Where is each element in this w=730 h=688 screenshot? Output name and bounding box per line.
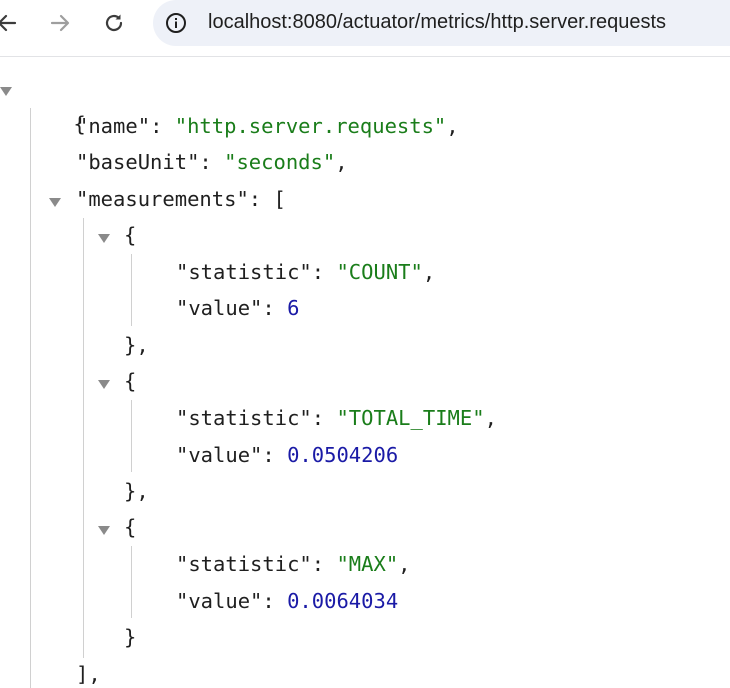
back-button[interactable] [0, 6, 24, 40]
back-arrow-icon [0, 14, 17, 32]
browser-toolbar: localhost:8080/actuator/metrics/http.ser… [0, 0, 730, 57]
numeric-value: 0.0504206 [287, 443, 399, 467]
item-open-brace: { [124, 223, 137, 247]
statistic-entry: "statistic": "MAX", [176, 552, 411, 576]
reload-button[interactable] [97, 6, 131, 40]
value-entry: "value": 6 [176, 296, 300, 320]
url-text[interactable]: localhost:8080/actuator/metrics/http.ser… [208, 11, 666, 34]
statistic-value: "COUNT" [336, 260, 423, 284]
forward-arrow-icon [50, 14, 70, 32]
name-key: "name" [76, 114, 151, 138]
item-open-brace: { [124, 515, 137, 539]
reload-icon [105, 14, 123, 32]
site-info-icon [166, 13, 186, 33]
indent-guide [30, 108, 31, 688]
json-viewer: { "name": "http.server.requests", "baseU… [0, 56, 730, 688]
address-bar[interactable]: localhost:8080/actuator/metrics/http.ser… [153, 0, 730, 46]
indent-guide [131, 400, 132, 472]
collapse-triangle-icon[interactable] [98, 526, 110, 535]
statistic-entry: "statistic": "COUNT", [176, 260, 436, 284]
indent-guide [131, 546, 132, 618]
name-entry: "name": "http.server.requests", [76, 114, 459, 138]
collapse-triangle-icon[interactable] [98, 380, 110, 389]
measurements-open-bracket: [ [273, 187, 286, 211]
baseunit-key: "baseUnit" [76, 150, 200, 174]
name-value: "http.server.requests" [174, 114, 447, 138]
item-open-brace: { [124, 369, 137, 393]
item-close-brace: } [124, 625, 137, 649]
baseunit-value: "seconds" [224, 150, 336, 174]
statistic-value: "TOTAL_TIME" [336, 406, 485, 430]
root-open-brace: { [73, 112, 86, 136]
collapse-triangle-icon[interactable] [49, 198, 61, 207]
item-close-brace: }, [124, 479, 149, 503]
forward-button[interactable] [43, 6, 77, 40]
collapse-triangle-icon[interactable] [98, 234, 110, 243]
item-close-brace: }, [124, 333, 149, 357]
statistic-entry: "statistic": "TOTAL_TIME", [176, 406, 497, 430]
indent-guide [83, 218, 84, 658]
baseunit-entry: "baseUnit": "seconds", [76, 150, 348, 174]
measurements-close-bracket: ], [76, 662, 101, 686]
value-entry: "value": 0.0064034 [176, 589, 399, 613]
value-entry: "value": 0.0504206 [176, 443, 399, 467]
indent-guide [131, 254, 132, 326]
numeric-value: 0.0064034 [287, 589, 399, 613]
measurements-key: "measurements" [76, 187, 249, 211]
site-info-button[interactable] [159, 6, 193, 40]
numeric-value: 6 [287, 296, 300, 320]
statistic-value: "MAX" [336, 552, 399, 576]
collapse-triangle-icon[interactable] [0, 87, 12, 96]
measurements-entry: "measurements": [ [76, 187, 286, 211]
